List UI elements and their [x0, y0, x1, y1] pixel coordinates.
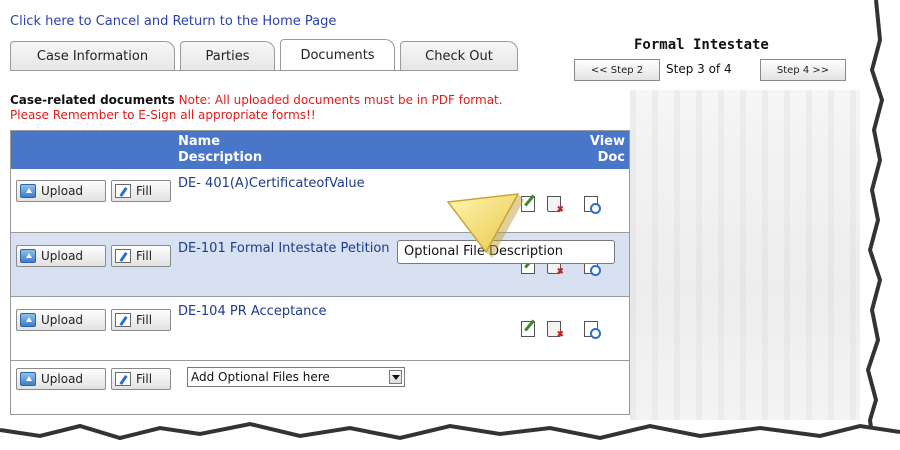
fill-form-icon [115, 313, 131, 327]
fill-form-icon [115, 184, 131, 198]
upload-folder-icon [20, 184, 36, 198]
upload-label: Upload [41, 184, 84, 198]
fill-label: Fill [136, 313, 153, 327]
step-indicator: Step 3 of 4 [666, 62, 732, 76]
fill-button[interactable]: Fill [111, 180, 171, 202]
header-name-description: Name Description [178, 134, 262, 166]
upload-button[interactable]: Upload [16, 245, 106, 267]
document-name: DE-101 Formal Intestate Petition [178, 241, 390, 256]
upload-folder-icon [20, 313, 36, 327]
tab-documents[interactable]: Documents [280, 39, 395, 71]
tab-check-out[interactable]: Check Out [400, 41, 518, 71]
upload-button[interactable]: Upload [16, 309, 106, 331]
table-row: Upload Fill DE-104 PR Acceptance [11, 297, 629, 361]
next-step-button[interactable]: Step 4 >> [760, 59, 846, 81]
optional-files-select-value: Add Optional Files here [191, 370, 330, 384]
documents-notice: Case-related documents Note: All uploaded… [10, 93, 503, 107]
tab-parties[interactable]: Parties [180, 41, 275, 71]
optional-files-select[interactable]: Add Optional Files here [187, 367, 405, 387]
upload-folder-icon [20, 372, 36, 386]
header-description: Description [178, 150, 263, 165]
upload-label: Upload [41, 249, 84, 263]
fill-button[interactable]: Fill [111, 368, 171, 390]
torn-bottom-edge [0, 421, 900, 450]
fill-label: Fill [136, 372, 153, 386]
cancel-return-home-link[interactable]: Click here to Cancel and Return to the H… [10, 14, 336, 29]
table-row: Upload Fill DE- 401(A)CertificateofValue [11, 169, 629, 233]
delete-icon[interactable] [547, 196, 564, 215]
background-building-watermark [630, 90, 860, 420]
case-type-title: Formal Intestate [634, 37, 769, 53]
tab-case-information[interactable]: Case Information [10, 41, 175, 71]
fill-form-icon [115, 372, 131, 386]
upload-folder-icon [20, 249, 36, 263]
upload-button[interactable]: Upload [16, 368, 106, 390]
view-doc-icon[interactable] [584, 321, 601, 339]
header-name: Name [178, 134, 221, 149]
table-header: Name Description View Doc [11, 131, 629, 169]
esign-reminder: Please Remember to E-Sign all appropriat… [10, 108, 316, 122]
fill-form-icon [115, 249, 131, 263]
section-title: Case-related documents [10, 93, 175, 107]
upload-label: Upload [41, 313, 84, 327]
chevron-down-icon[interactable] [389, 370, 402, 384]
fill-button[interactable]: Fill [111, 245, 171, 267]
fill-button[interactable]: Fill [111, 309, 171, 331]
previous-step-button[interactable]: << Step 2 [574, 59, 660, 81]
torn-right-edge [865, 0, 900, 450]
tab-divider [10, 70, 518, 71]
optional-file-row: Upload Fill Add Optional Files here [11, 361, 629, 401]
documents-table: Name Description View Doc Upload Fill DE… [10, 130, 630, 415]
pdf-format-note: Note: All uploaded documents must be in … [178, 93, 503, 107]
pointer-arrow-icon [446, 193, 524, 258]
fill-label: Fill [136, 249, 153, 263]
document-name: DE- 401(A)CertificateofValue [178, 176, 365, 191]
delete-icon[interactable] [547, 321, 564, 340]
upload-label: Upload [41, 372, 84, 386]
edit-icon[interactable] [521, 321, 535, 337]
header-view: View [589, 134, 625, 149]
header-view-doc: View Doc [590, 134, 625, 166]
document-name: DE-104 PR Acceptance [178, 304, 327, 319]
fill-label: Fill [136, 184, 153, 198]
upload-button[interactable]: Upload [16, 180, 106, 202]
view-doc-icon[interactable] [584, 196, 601, 214]
header-doc: Doc [597, 150, 625, 165]
